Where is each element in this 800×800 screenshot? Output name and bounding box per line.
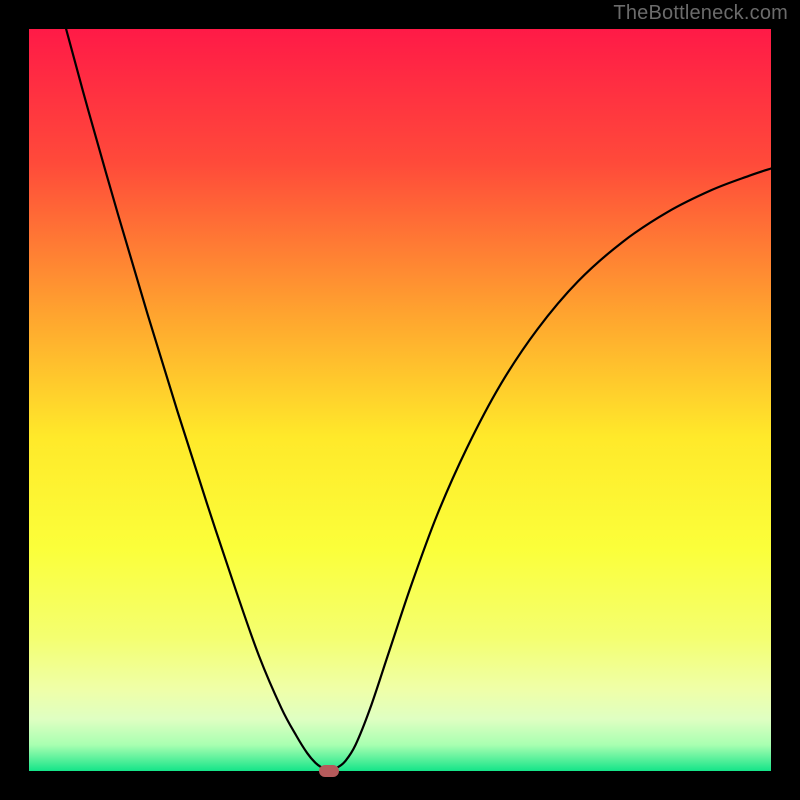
bottleneck-chart (29, 29, 771, 771)
gradient-background (29, 29, 771, 771)
attribution-label: TheBottleneck.com (613, 2, 788, 25)
optimal-point-marker (319, 765, 339, 777)
chart-frame: TheBottleneck.com (0, 0, 800, 800)
